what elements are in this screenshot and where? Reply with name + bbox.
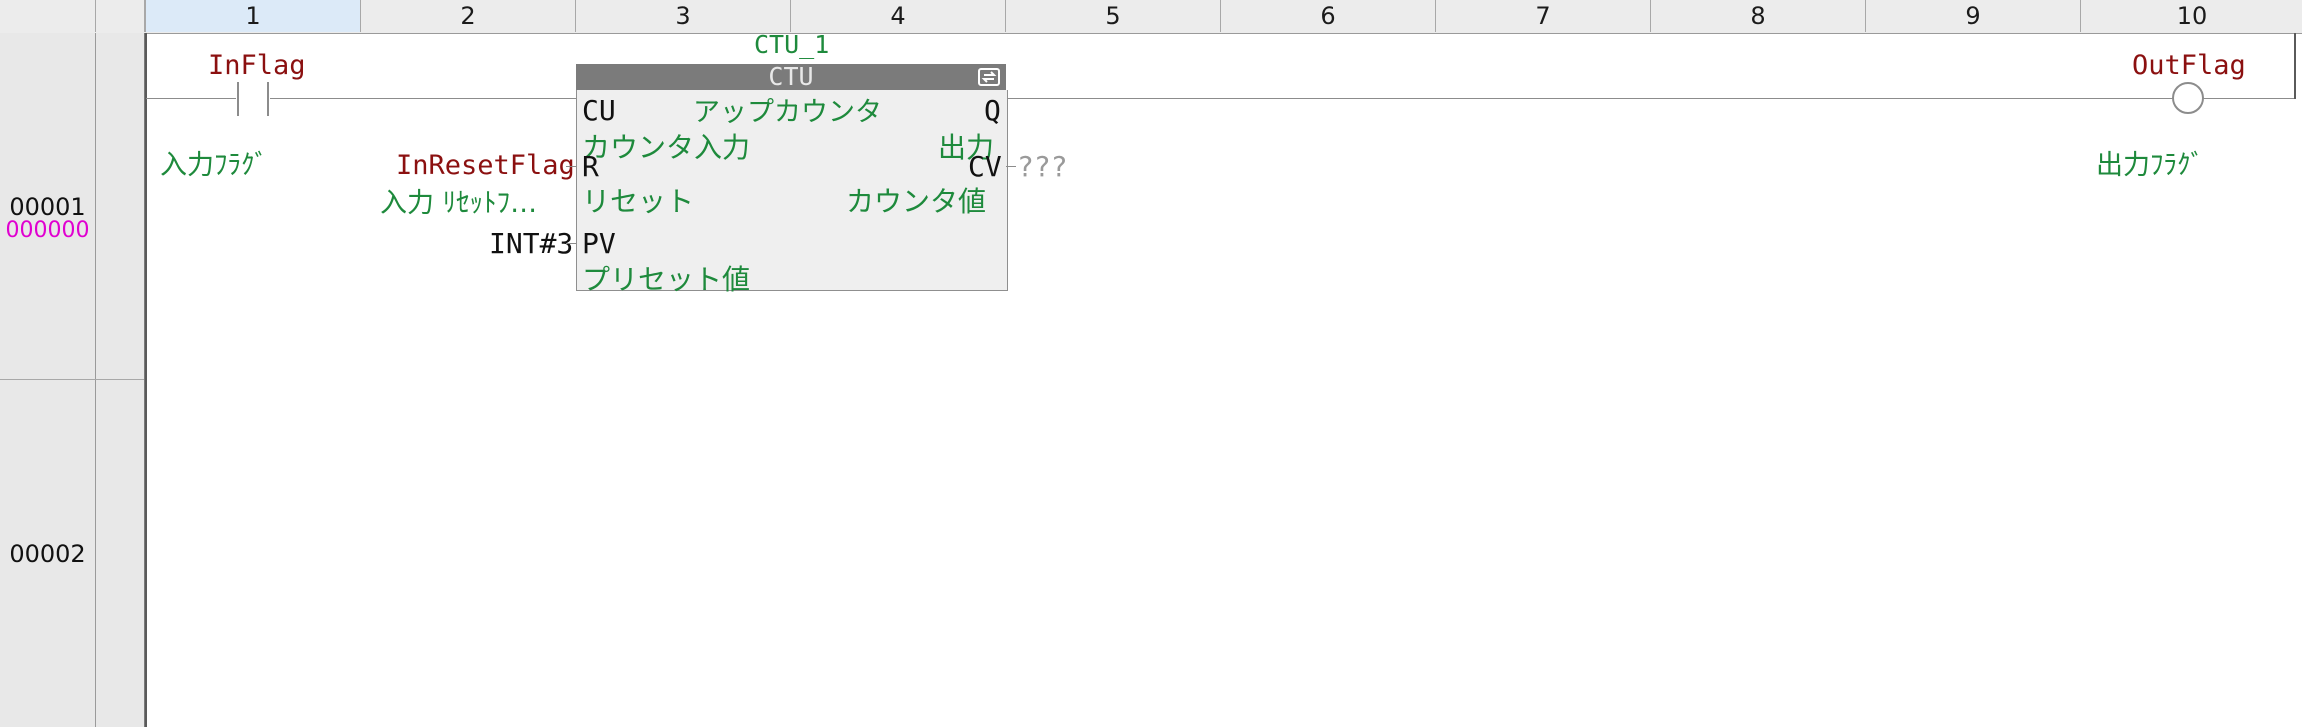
pin-cu-comment: カウンタ入力 — [582, 131, 751, 164]
column-header-6[interactable]: 6 — [1220, 0, 1435, 32]
rung-separator — [0, 379, 144, 380]
rung-marker-gutter — [96, 33, 145, 727]
pin-r-comment: リセット — [582, 185, 695, 218]
block-type: CTU — [768, 64, 814, 90]
rung-number-2[interactable]: 00002 — [0, 540, 95, 568]
reset-input-comment: 入力 ﾘｾｯﾄﾌ… — [380, 188, 538, 219]
column-header-9[interactable]: 9 — [1865, 0, 2080, 32]
header-corner — [0, 0, 96, 32]
contact-symbol[interactable] — [236, 82, 270, 116]
rung-number-1[interactable]: 00001 — [0, 193, 95, 221]
pin-pv-comment: プリセット値 — [582, 263, 751, 296]
rung-wire-3 — [1006, 98, 2174, 99]
pin-cu-label: CU — [582, 94, 616, 127]
pin-cv-label: CV — [968, 150, 1002, 183]
contact-variable[interactable]: InFlag — [208, 50, 306, 81]
column-header-8[interactable]: 8 — [1650, 0, 1865, 32]
cv-output-variable[interactable]: ??? — [1017, 150, 1068, 183]
pv-input-value[interactable]: INT#3 — [489, 227, 573, 260]
column-header-4[interactable]: 4 — [790, 0, 1005, 32]
pin-pv-label: PV — [582, 227, 616, 260]
reset-input-variable[interactable]: InResetFlag — [396, 150, 575, 181]
left-power-rail — [145, 33, 147, 727]
pin-q-label: Q — [984, 94, 1001, 127]
column-header-3[interactable]: 3 — [575, 0, 790, 32]
reset-input-wire — [566, 166, 576, 167]
rung-wire-2 — [270, 98, 576, 99]
block-title-bar[interactable]: CTU — [576, 64, 1006, 90]
pv-input-wire — [566, 243, 576, 244]
pin-cv-comment: カウンタ値 — [846, 185, 987, 218]
contact-comment: 入力ﾌﾗｸﾞ — [160, 150, 268, 181]
pin-r-label: R — [582, 150, 599, 183]
coil-symbol[interactable] — [2171, 82, 2205, 116]
header-corner-2 — [96, 0, 145, 32]
refresh-icon[interactable] — [978, 67, 1000, 87]
rung-wire-4 — [2203, 98, 2294, 99]
column-header-7[interactable]: 7 — [1435, 0, 1650, 32]
coil-variable[interactable]: OutFlag — [2132, 50, 2246, 81]
column-header: 1 2 3 4 5 6 7 8 9 10 — [0, 0, 2302, 34]
column-header-1[interactable]: 1 — [145, 0, 360, 32]
rung-step-1: 000000 — [5, 218, 90, 243]
rung-wire-1 — [146, 98, 236, 99]
column-header-10[interactable]: 10 — [2080, 0, 2302, 32]
rung-number-gutter — [0, 33, 96, 727]
block-instance-name[interactable]: CTU_1 — [754, 30, 829, 59]
right-power-rail — [2294, 33, 2296, 99]
cv-output-wire — [1006, 166, 1016, 167]
column-header-5[interactable]: 5 — [1005, 0, 1220, 32]
coil-comment: 出力ﾌﾗｸﾞ — [2096, 150, 2204, 181]
block-type-comment: アップカウンタ — [693, 97, 882, 128]
column-header-2[interactable]: 2 — [360, 0, 575, 32]
